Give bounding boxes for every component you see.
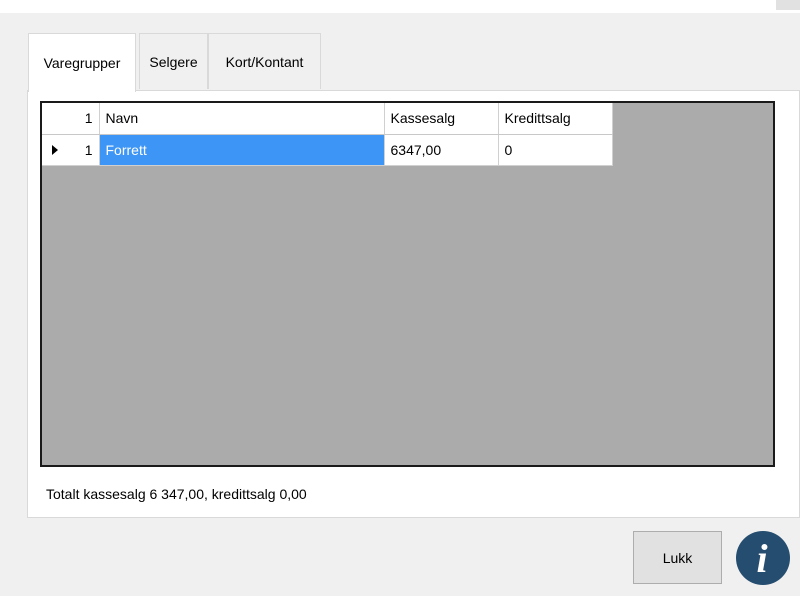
summary-text: Totalt kassesalg 6 347,00, kredittsalg 0… bbox=[46, 486, 307, 502]
info-icon[interactable]: i bbox=[736, 531, 790, 585]
column-header-kredittsalg[interactable]: Kredittsalg bbox=[498, 103, 613, 135]
tab-varegrupper[interactable]: Varegrupper bbox=[28, 33, 136, 92]
data-grid[interactable]: 1 Navn Kassesalg Kredittsalg 1 Forrett 6… bbox=[40, 101, 775, 467]
column-header-navn[interactable]: Navn bbox=[99, 103, 385, 135]
close-button[interactable]: Lukk bbox=[633, 531, 722, 584]
title-strip bbox=[0, 0, 800, 13]
table-row[interactable]: 1 Forrett 6347,00 0 bbox=[42, 134, 613, 166]
info-glyph: i bbox=[756, 536, 768, 581]
tab-label: Selgere bbox=[149, 53, 198, 70]
row-header[interactable]: 1 bbox=[42, 134, 100, 166]
column-header-kassesalg[interactable]: Kassesalg bbox=[384, 103, 499, 135]
row-number: 1 bbox=[84, 141, 93, 158]
cell-kredittsalg[interactable]: 0 bbox=[498, 134, 613, 166]
tab-selgere[interactable]: Selgere bbox=[139, 33, 208, 89]
grid-header-row: 1 Navn Kassesalg Kredittsalg bbox=[42, 103, 613, 135]
tab-kort-kontant[interactable]: Kort/Kontant bbox=[208, 33, 321, 89]
row-count-header[interactable]: 1 bbox=[42, 103, 100, 135]
grid-table: 1 Navn Kassesalg Kredittsalg 1 Forrett 6… bbox=[42, 103, 613, 166]
cell-kassesalg[interactable]: 6347,00 bbox=[384, 134, 499, 166]
tab-label: Kort/Kontant bbox=[225, 53, 304, 70]
window-control-button[interactable] bbox=[776, 0, 800, 10]
cell-navn[interactable]: Forrett bbox=[99, 134, 385, 166]
tab-label: Varegrupper bbox=[43, 55, 121, 71]
close-button-label: Lukk bbox=[662, 549, 693, 566]
